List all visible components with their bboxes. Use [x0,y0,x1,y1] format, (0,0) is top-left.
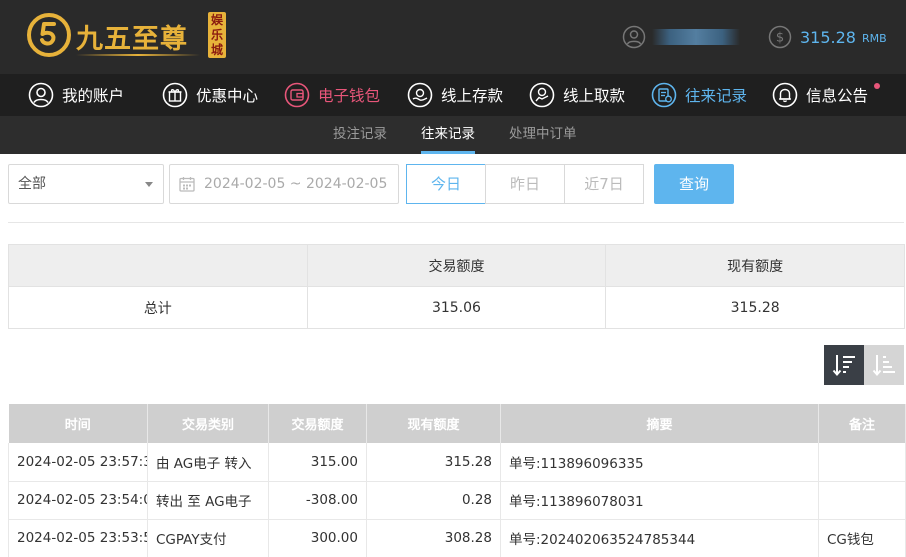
dollar-coin-icon: $ [768,25,792,49]
brand-logo[interactable]: 九五至尊 娱乐城 [26,10,230,64]
cell-balance: 315.28 [366,443,501,482]
nav-item-my-account[interactable]: 我的账户 [28,74,124,116]
balance-amount: 315.28 [800,27,856,47]
cell-amount: 300.00 [268,519,367,557]
caret-down-icon [145,182,153,187]
nav-label: 信息公告 [806,87,869,105]
search-button[interactable]: 查询 [654,164,734,204]
summary-header-cell: 交易额度 [306,244,607,287]
sort-descending-button[interactable] [824,345,864,385]
nav-label: 优惠中心 [196,87,259,105]
nav-item-announcements[interactable]: 信息公告 [772,74,881,116]
summary-header-cell: 现有额度 [605,244,905,287]
column-header-balance: 现有额度 [366,404,501,443]
user-avatar-icon [622,25,646,49]
summary-header-cell [8,244,308,287]
nav-item-transaction-records[interactable]: 往来记录 [651,74,747,116]
tab-transaction-records[interactable]: 往来记录 [421,116,475,154]
cell-remark [818,481,906,520]
records-icon [651,82,677,108]
column-header-remark: 备注 [818,404,906,443]
calendar-icon [179,177,195,192]
nav-label: 电子钱包 [318,87,381,105]
table-row: 2024-02-05 23:57:34 由 AG电子 转入 315.00 315… [8,443,906,482]
tab-bet-records[interactable]: 投注记录 [333,116,387,154]
balance-currency: RMB [861,32,887,45]
yesterday-button[interactable]: 昨日 [485,164,565,204]
nav-label: 往来记录 [685,87,748,105]
brand-badge: 娱乐城 [208,12,226,58]
table-row: 2024-02-05 23:53:51 CGPAY支付 300.00 308.2… [8,519,906,557]
summary-total-transaction: 315.06 [306,286,607,329]
nav-item-promotions[interactable]: 优惠中心 [162,74,258,116]
nav-label: 我的账户 [62,87,125,105]
cell-type: 转出 至 AG电子 [147,481,269,520]
cell-summary: 单号:113896078031 [500,481,819,520]
column-header-amount: 交易额度 [268,404,367,443]
records-table: 时间 交易类别 交易额度 现有额度 摘要 备注 2024-02-05 23:57… [8,404,906,557]
deposit-icon [407,82,433,108]
summary-total-label: 总计 [8,286,308,329]
sort-ascending-icon [872,355,895,377]
bell-icon [772,82,798,108]
cell-balance: 0.28 [366,481,501,520]
cell-time: 2024-02-05 23:57:34 [8,443,148,482]
main-nav: 我的账户 优惠中心 电子钱包 线上存款 线上取款 往来记录 信息公告 [0,74,906,116]
date-range-picker[interactable]: 2024-02-05 ~ 2024-02-05 [169,164,399,204]
cell-type: CGPAY支付 [147,519,269,557]
cell-summary: 单号:113896096335 [500,443,819,482]
divider [8,222,904,223]
last-7-days-button[interactable]: 近7日 [564,164,644,204]
cell-summary: 单号:202402063524785344 [500,519,819,557]
sort-descending-icon [832,355,855,377]
cell-remark: CG钱包 [818,519,906,557]
cell-time: 2024-02-05 23:54:03 [8,481,148,520]
type-select[interactable]: 全部 [8,164,164,204]
nav-label: 线上存款 [441,87,504,105]
records-header-row: 时间 交易类别 交易额度 现有额度 摘要 备注 [8,404,906,443]
user-profile[interactable] [622,24,740,50]
user-icon [28,82,54,108]
cell-remark [818,443,906,482]
notification-dot [874,83,881,89]
sort-ascending-button[interactable] [864,345,904,385]
cell-amount: -308.00 [268,481,367,520]
nav-label: 线上取款 [563,87,626,105]
svg-text:$: $ [776,31,784,46]
nav-item-e-wallet[interactable]: 电子钱包 [284,74,380,116]
type-select-value: 全部 [18,176,46,192]
logo-ornament [76,54,200,56]
date-range-value: 2024-02-05 ~ 2024-02-05 [204,176,388,192]
gift-icon [162,82,188,108]
logo-emblem-icon [27,13,71,57]
column-header-time: 时间 [8,404,148,443]
brand-name: 九五至尊 [76,24,188,55]
cell-type: 由 AG电子 转入 [147,443,269,482]
summary-table: 交易额度 现有额度 总计 315.06 315.28 [8,244,905,329]
withdraw-icon [529,82,555,108]
summary-header-row: 交易额度 现有额度 [8,244,905,287]
username-redacted [652,29,740,45]
nav-item-online-deposit[interactable]: 线上存款 [407,74,503,116]
summary-total-balance: 315.28 [605,286,905,329]
cell-amount: 315.00 [268,443,367,482]
wallet-icon [284,82,310,108]
table-row: 2024-02-05 23:54:03 转出 至 AG电子 -308.00 0.… [8,481,906,520]
cell-balance: 308.28 [366,519,501,557]
column-header-type: 交易类别 [147,404,269,443]
tab-pending-orders[interactable]: 处理中订单 [509,116,577,154]
account-balance: $ 315.28 RMB [768,24,887,50]
nav-item-online-withdraw[interactable]: 线上取款 [529,74,625,116]
summary-total-row: 总计 315.06 315.28 [8,286,905,329]
today-button[interactable]: 今日 [406,164,486,204]
sub-tabs: 投注记录 往来记录 处理中订单 [0,116,906,154]
site-header: 九五至尊 娱乐城 $ 315.28 RMB [0,0,906,74]
column-header-summary: 摘要 [500,404,819,443]
cell-time: 2024-02-05 23:53:51 [8,519,148,557]
